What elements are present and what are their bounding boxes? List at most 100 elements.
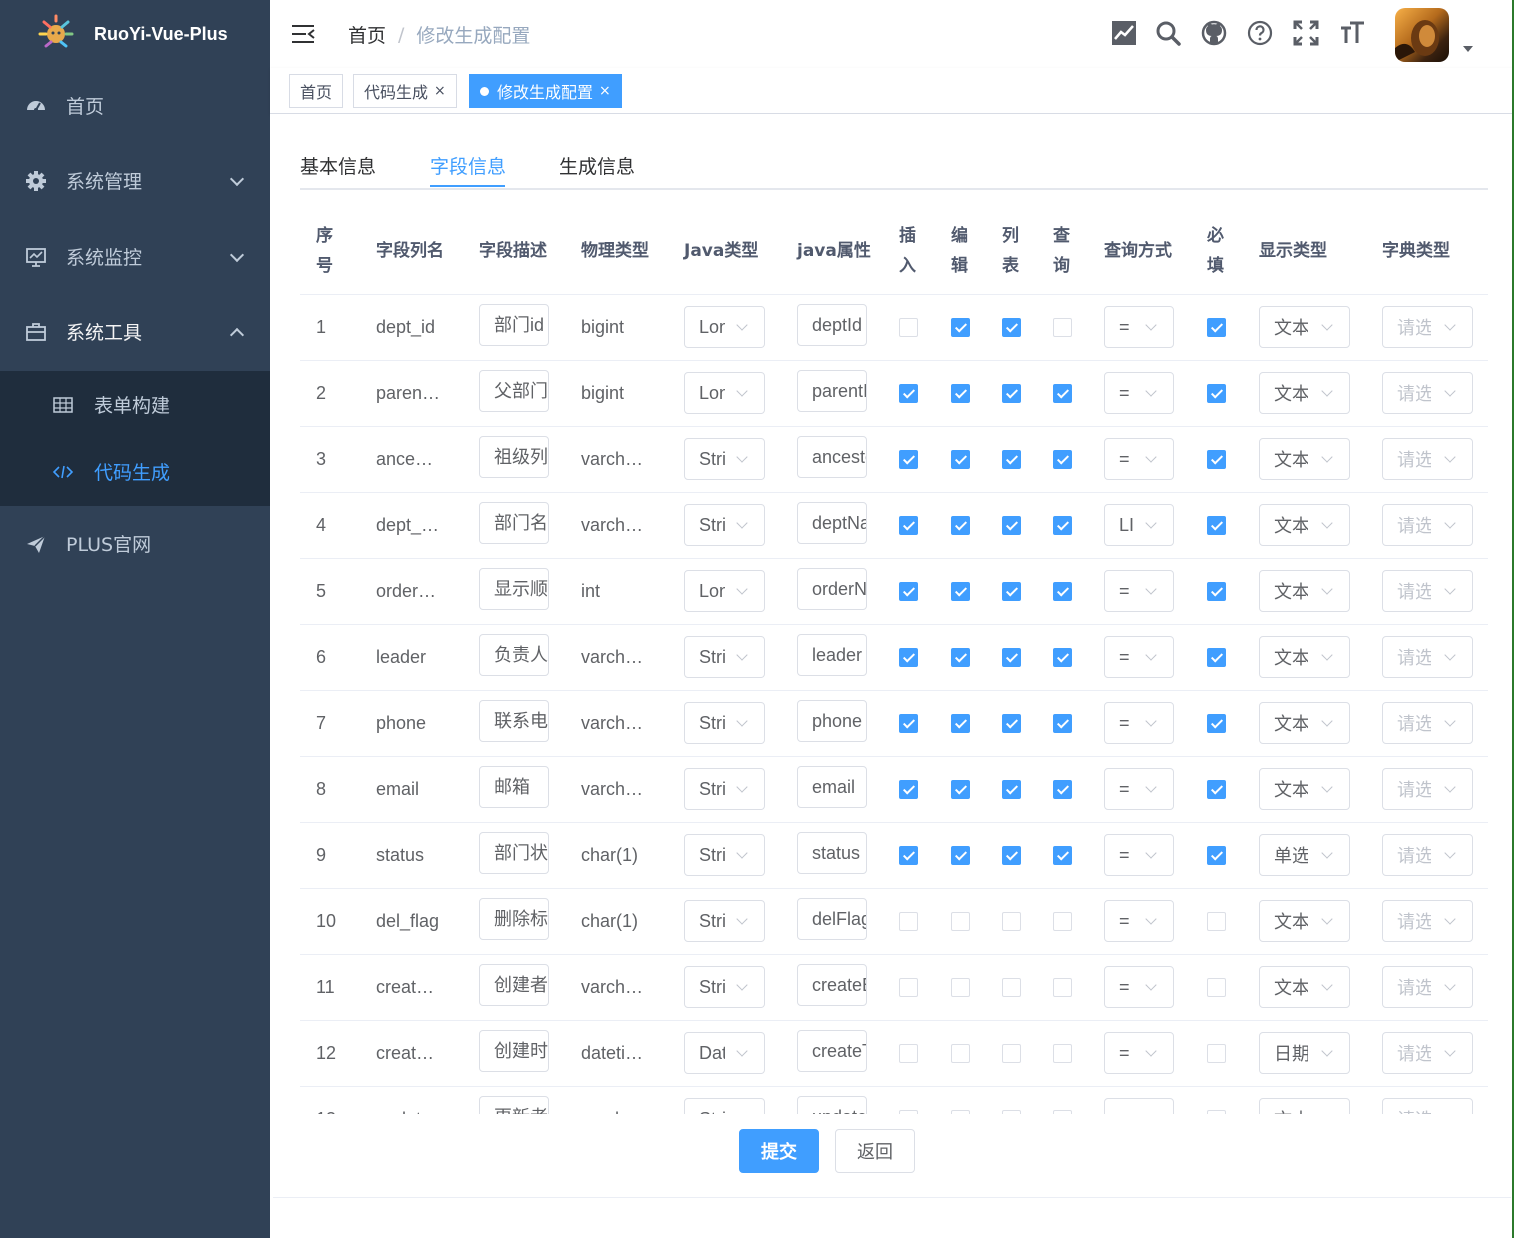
java-type-select[interactable]: String	[684, 768, 765, 810]
java-field-input[interactable]: createBy	[797, 963, 867, 1006]
list-checkbox[interactable]	[1002, 384, 1021, 404]
edit-checkbox[interactable]	[951, 912, 970, 932]
query-checkbox[interactable]	[1053, 912, 1072, 932]
insert-checkbox[interactable]	[899, 846, 918, 866]
close-icon[interactable]: ×	[599, 83, 611, 99]
desc-input[interactable]: 部门id	[479, 303, 549, 346]
query-checkbox[interactable]	[1053, 1044, 1072, 1064]
avatar[interactable]	[1395, 8, 1449, 62]
java-type-select[interactable]: String	[684, 636, 765, 678]
sidebar-item-code-gen[interactable]: 代码生成	[0, 438, 270, 505]
html-type-select[interactable]: 日期控件	[1259, 1032, 1350, 1074]
java-type-select[interactable]: String	[684, 900, 765, 942]
required-checkbox[interactable]	[1207, 978, 1226, 998]
list-checkbox[interactable]	[1002, 516, 1021, 536]
insert-checkbox[interactable]	[899, 978, 918, 998]
edit-checkbox[interactable]	[951, 384, 970, 404]
tag-code-gen[interactable]: 代码生成 ×	[353, 74, 457, 108]
java-field-input[interactable]: delFlag	[797, 897, 867, 940]
java-field-input[interactable]: email	[797, 765, 867, 808]
dict-type-select[interactable]: 请选择	[1382, 570, 1473, 612]
edit-checkbox[interactable]	[951, 582, 970, 602]
html-type-select[interactable]: 文本框	[1259, 702, 1350, 744]
dict-type-select[interactable]: 请选择	[1382, 768, 1473, 810]
java-type-select[interactable]: Date	[684, 1032, 765, 1074]
required-checkbox[interactable]	[1207, 1044, 1226, 1064]
desc-input[interactable]: 显示顺序	[479, 567, 549, 610]
insert-checkbox[interactable]	[899, 582, 918, 602]
edit-checkbox[interactable]	[951, 714, 970, 734]
java-type-select[interactable]: String	[684, 834, 765, 876]
query-type-select[interactable]: =	[1104, 702, 1174, 744]
font-size-icon[interactable]	[1338, 19, 1366, 47]
dict-type-select[interactable]: 请选择	[1382, 1098, 1473, 1114]
query-type-select[interactable]: =	[1104, 768, 1174, 810]
dict-type-select[interactable]: 请选择	[1382, 966, 1473, 1008]
dict-type-select[interactable]: 请选择	[1382, 372, 1473, 414]
html-type-select[interactable]: 文本框	[1259, 504, 1350, 546]
html-type-select[interactable]: 单选框	[1259, 834, 1350, 876]
query-type-select[interactable]: LIKE	[1104, 504, 1174, 546]
required-checkbox[interactable]	[1207, 318, 1226, 338]
java-type-select[interactable]: String	[684, 702, 765, 744]
edit-checkbox[interactable]	[951, 1044, 970, 1064]
edit-checkbox[interactable]	[951, 1110, 970, 1114]
query-type-select[interactable]: =	[1104, 372, 1174, 414]
desc-input[interactable]: 部门名称	[479, 501, 549, 544]
query-type-select[interactable]: =	[1104, 636, 1174, 678]
insert-checkbox[interactable]	[899, 912, 918, 932]
edit-checkbox[interactable]	[951, 516, 970, 536]
insert-checkbox[interactable]	[899, 318, 918, 338]
desc-input[interactable]: 邮箱	[479, 765, 549, 808]
list-checkbox[interactable]	[1002, 978, 1021, 998]
list-checkbox[interactable]	[1002, 450, 1021, 470]
query-type-select[interactable]: =	[1104, 1032, 1174, 1074]
required-checkbox[interactable]	[1207, 1110, 1226, 1114]
html-type-select[interactable]: 文本框	[1259, 306, 1350, 348]
edit-checkbox[interactable]	[951, 648, 970, 668]
sidebar-item-form-build[interactable]: 表单构建	[0, 371, 270, 438]
caret-down-icon[interactable]	[1463, 46, 1473, 52]
query-checkbox[interactable]	[1053, 978, 1072, 998]
required-checkbox[interactable]	[1207, 648, 1226, 668]
query-type-select[interactable]: =	[1104, 438, 1174, 480]
html-type-select[interactable]: 文本框	[1259, 438, 1350, 480]
list-checkbox[interactable]	[1002, 912, 1021, 932]
java-type-select[interactable]: Long	[684, 306, 765, 348]
java-type-select[interactable]: Long	[684, 570, 765, 612]
list-checkbox[interactable]	[1002, 648, 1021, 668]
query-checkbox[interactable]	[1053, 846, 1072, 866]
java-field-input[interactable]: ancestors	[797, 435, 867, 478]
sidebar-item-monitor[interactable]: 系统监控	[0, 223, 270, 290]
dict-type-select[interactable]: 请选择	[1382, 504, 1473, 546]
edit-checkbox[interactable]	[951, 978, 970, 998]
html-type-select[interactable]: 文本框	[1259, 636, 1350, 678]
html-type-select[interactable]: 文本框	[1259, 900, 1350, 942]
query-type-select[interactable]: =	[1104, 834, 1174, 876]
query-checkbox[interactable]	[1053, 516, 1072, 536]
java-field-input[interactable]: updateBy	[797, 1095, 867, 1114]
desc-input[interactable]: 部门状态	[479, 831, 549, 874]
java-field-input[interactable]: phone	[797, 699, 867, 742]
query-type-select[interactable]: =	[1104, 570, 1174, 612]
tab-gen-info[interactable]: 生成信息	[559, 152, 635, 179]
java-field-input[interactable]: leader	[797, 633, 867, 676]
java-field-input[interactable]: orderNum	[797, 567, 867, 610]
breadcrumb-home[interactable]: 首页	[348, 21, 386, 48]
required-checkbox[interactable]	[1207, 384, 1226, 404]
tab-field-info[interactable]: 字段信息	[430, 152, 506, 179]
html-type-select[interactable]: 文本框	[1259, 570, 1350, 612]
required-checkbox[interactable]	[1207, 912, 1226, 932]
desc-input[interactable]: 联系电话	[479, 699, 549, 742]
list-checkbox[interactable]	[1002, 1044, 1021, 1064]
required-checkbox[interactable]	[1207, 714, 1226, 734]
logo[interactable]: RuoYi-Vue-Plus	[0, 0, 270, 68]
search-icon[interactable]	[1154, 19, 1182, 47]
desc-input[interactable]: 父部门id	[479, 369, 549, 412]
desc-input[interactable]: 创建时间	[479, 1029, 549, 1072]
query-checkbox[interactable]	[1053, 780, 1072, 800]
github-icon[interactable]	[1200, 19, 1228, 47]
edit-checkbox[interactable]	[951, 450, 970, 470]
submit-button[interactable]: 提交	[739, 1129, 819, 1173]
sidebar-item-system[interactable]: 系统管理	[0, 147, 270, 214]
